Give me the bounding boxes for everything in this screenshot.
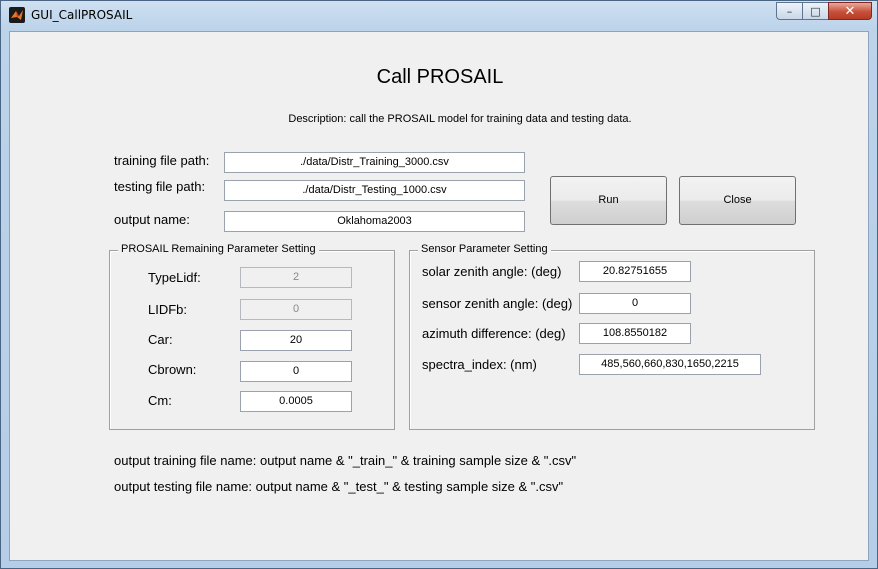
sensor-panel-title: Sensor Parameter Setting [418, 243, 551, 255]
title-bar[interactable]: GUI_CallPROSAIL – □ ✕ [1, 1, 877, 29]
solar-zenith-label: solar zenith angle: (deg) [422, 264, 562, 279]
window-title: GUI_CallPROSAIL [31, 8, 133, 22]
training-path-input[interactable]: ./data/Distr_Training_3000.csv [224, 152, 525, 173]
description-text: Description: call the PROSAIL model for … [288, 113, 632, 125]
spectra-index-input[interactable]: 485,560,660,830,1650,2215 [579, 354, 761, 375]
caption-buttons: – □ ✕ [776, 2, 872, 21]
car-label: Car: [148, 332, 173, 347]
sensor-zenith-input[interactable]: 0 [579, 293, 691, 314]
run-button[interactable]: Run [550, 176, 667, 225]
cm-label: Cm: [148, 393, 172, 408]
solar-zenith-input[interactable]: 20.82751655 [579, 261, 691, 282]
cbrown-input[interactable]: 0 [240, 361, 352, 382]
testing-path-label: testing file path: [114, 179, 206, 194]
training-path-label: training file path: [114, 153, 210, 168]
prosail-panel-title: PROSAIL Remaining Parameter Setting [118, 243, 319, 255]
client-area: Call PROSAIL Description: call the PROSA… [9, 31, 869, 561]
train-filename-note: output training file name: output name &… [114, 453, 577, 468]
output-name-input[interactable]: Oklahoma2003 [224, 211, 525, 232]
cbrown-label: Cbrown: [148, 362, 197, 377]
testing-path-input[interactable]: ./data/Distr_Testing_1000.csv [224, 180, 525, 201]
spectra-index-label: spectra_index: (nm) [422, 357, 537, 372]
close-window-button[interactable]: ✕ [828, 2, 872, 20]
lidfb-input: 0 [240, 299, 352, 320]
close-icon: ✕ [844, 3, 856, 19]
matlab-icon [9, 7, 25, 23]
car-input[interactable]: 20 [240, 330, 352, 351]
azimuth-difference-input[interactable]: 108.8550182 [579, 323, 691, 344]
output-name-label: output name: [114, 212, 190, 227]
maximize-button[interactable]: □ [802, 2, 828, 20]
sensor-zenith-label: sensor zenith angle: (deg) [422, 296, 573, 311]
typelidf-label: TypeLidf: [148, 270, 201, 285]
minimize-button[interactable]: – [776, 2, 802, 20]
cm-input[interactable]: 0.0005 [240, 391, 352, 412]
maximize-icon: □ [810, 4, 821, 18]
test-filename-note: output testing file name: output name & … [114, 479, 564, 494]
app-window: GUI_CallPROSAIL – □ ✕ Call PROSAIL Descr… [0, 0, 878, 569]
lidfb-label: LIDFb: [148, 302, 188, 317]
azimuth-difference-label: azimuth difference: (deg) [422, 326, 566, 341]
typelidf-input: 2 [240, 267, 352, 288]
page-title: Call PROSAIL [376, 66, 504, 88]
minimize-icon: – [786, 4, 793, 18]
close-button[interactable]: Close [679, 176, 796, 225]
